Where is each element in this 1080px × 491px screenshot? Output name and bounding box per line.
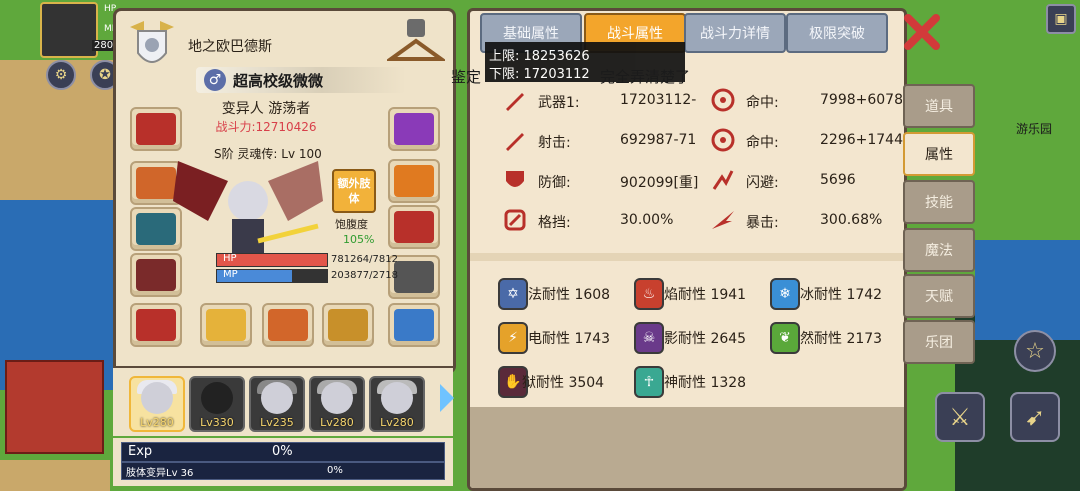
hit2-label: 命中: xyxy=(746,135,779,151)
side-menu-magic[interactable]: 魔法 xyxy=(903,228,975,272)
party-member-2[interactable]: Lv330 xyxy=(189,376,245,432)
class-shield-icon xyxy=(130,21,174,63)
crit-label: 暴击: xyxy=(746,215,779,231)
hp-value: 781264/7812 xyxy=(331,254,398,265)
sword-icon xyxy=(506,93,524,111)
weapon-slot-2[interactable] xyxy=(262,303,314,347)
side-menu-attributes[interactable]: 属性 xyxy=(903,132,975,176)
bow-action-icon[interactable]: ➹ xyxy=(1010,392,1060,442)
resist-ice: 冰耐性 1742 xyxy=(800,287,883,303)
hud-level-badge: 280 xyxy=(92,40,116,51)
party-member-1[interactable]: Lv280 xyxy=(129,376,185,432)
weapon-slot-1[interactable] xyxy=(200,303,252,347)
resist-fire: 焰耐性 1941 xyxy=(664,287,747,303)
hud-gear-icon[interactable]: ⚙ xyxy=(46,60,76,90)
block-label: 格挡: xyxy=(538,215,571,231)
evade-label: 闪避: xyxy=(746,175,779,191)
limb-mutation-bar: 肢体变异Lv 36 0% xyxy=(121,462,445,480)
mp-value: 203877/2718 xyxy=(331,270,398,281)
skull-icon: ☠ xyxy=(634,322,664,354)
block-value: 30.00% xyxy=(620,212,674,228)
hanger-icon[interactable] xyxy=(387,17,445,65)
satiety-label: 饱腹度 xyxy=(335,218,368,231)
side-menu-items[interactable]: 道具 xyxy=(903,84,975,128)
hexagram-icon: ✡ xyxy=(498,278,528,310)
satiety-value: 105% xyxy=(343,233,375,246)
defense-label: 防御: xyxy=(538,175,571,191)
tab-combat-power-details[interactable]: 战斗力详情 xyxy=(684,13,786,53)
identified-text: 鉴定 xyxy=(451,68,482,86)
snowflake-icon: ❄ xyxy=(770,278,800,310)
resist-magic: 法耐性 1608 xyxy=(528,287,611,303)
bolt-icon: ⚡ xyxy=(498,322,528,354)
crit-icon xyxy=(712,211,734,229)
mp-bar: MP xyxy=(216,269,328,283)
hp-bar: HP xyxy=(216,253,328,267)
resist-electric: 电耐性 1743 xyxy=(528,331,611,347)
evade-value: 5696 xyxy=(820,172,856,188)
evade-arrow-icon xyxy=(712,170,734,190)
tab-limit-break[interactable]: 极限突破 xyxy=(786,13,888,53)
side-menu-band[interactable]: 乐团 xyxy=(903,320,975,364)
equip-slot-accessory[interactable] xyxy=(388,107,440,151)
party-member-3[interactable]: Lv235 xyxy=(249,376,305,432)
resist-shadow: 影耐性 2645 xyxy=(664,331,747,347)
weapon-slot-3[interactable] xyxy=(322,303,374,347)
character-title: 超高校级微微 xyxy=(233,72,324,90)
dagger-icon xyxy=(506,133,524,151)
party-member-5[interactable]: Lv280 xyxy=(369,376,425,432)
exp-bar: Exp 0% xyxy=(121,442,445,462)
shoot-label: 射击: xyxy=(538,135,571,151)
player-avatar[interactable] xyxy=(40,2,98,58)
target-icon xyxy=(711,128,735,152)
hit2-value: 2296+1744 xyxy=(820,132,903,148)
sword-action-icon[interactable]: ⚔ xyxy=(935,392,985,442)
close-icon[interactable] xyxy=(900,10,944,54)
party-member-4[interactable]: Lv280 xyxy=(309,376,365,432)
target-icon xyxy=(711,88,735,112)
experience-area: Exp 0% 肢体变异Lv 36 0% xyxy=(113,438,453,486)
character-name: 地之欧巴德斯 xyxy=(188,39,272,55)
identified-text-tail: 完全弄清楚了 xyxy=(600,68,691,86)
defense-value: 902099[重] xyxy=(620,175,699,191)
side-menu-skills[interactable]: 技能 xyxy=(903,180,975,224)
menu-icon[interactable]: ▣ xyxy=(1046,4,1076,34)
panel-footer xyxy=(470,407,904,488)
weapon-label: 武器1: xyxy=(538,95,580,111)
hit1-label: 命中: xyxy=(746,95,779,111)
angel-icon: ☥ xyxy=(634,366,664,398)
extra-limb-button[interactable]: 额外肢体 xyxy=(332,169,376,213)
resist-divine: 神耐性 1328 xyxy=(664,375,747,391)
character-sprite xyxy=(173,161,323,255)
shield-icon xyxy=(506,171,524,187)
equip-slot-leg[interactable] xyxy=(130,303,182,347)
equip-slot-ring[interactable] xyxy=(388,303,440,347)
equip-slot-chest[interactable] xyxy=(388,205,440,249)
side-menu-talent[interactable]: 天赋 xyxy=(903,274,975,318)
male-icon: ♂ xyxy=(204,69,226,91)
party-next-arrow-icon[interactable] xyxy=(440,384,454,412)
shoot-value: 692987-71 xyxy=(620,132,697,148)
leaf-icon: ❦ xyxy=(770,322,800,354)
resist-nature: 然耐性 2173 xyxy=(800,331,883,347)
weapon-value: 17203112- xyxy=(620,92,697,108)
character-panel: 地之欧巴德斯 ♂ 超高校级微微 变异人 游荡者 战斗力:12710426 S阶 … xyxy=(113,8,456,374)
map-location-label: 游乐园 xyxy=(1016,122,1053,136)
resist-hell: 狱耐性 3504 xyxy=(522,375,605,391)
crit-value: 300.68% xyxy=(820,212,883,228)
star-icon[interactable]: ☆ xyxy=(1014,330,1056,372)
party-roster: Lv280 Lv330 Lv235 Lv280 Lv280 xyxy=(113,366,453,436)
equip-slot-pumpkin[interactable] xyxy=(388,159,440,203)
flame-icon: ♨ xyxy=(634,278,664,310)
block-icon xyxy=(504,209,526,231)
section-divider xyxy=(470,253,904,261)
hit1-value: 7998+6078 xyxy=(820,92,903,108)
